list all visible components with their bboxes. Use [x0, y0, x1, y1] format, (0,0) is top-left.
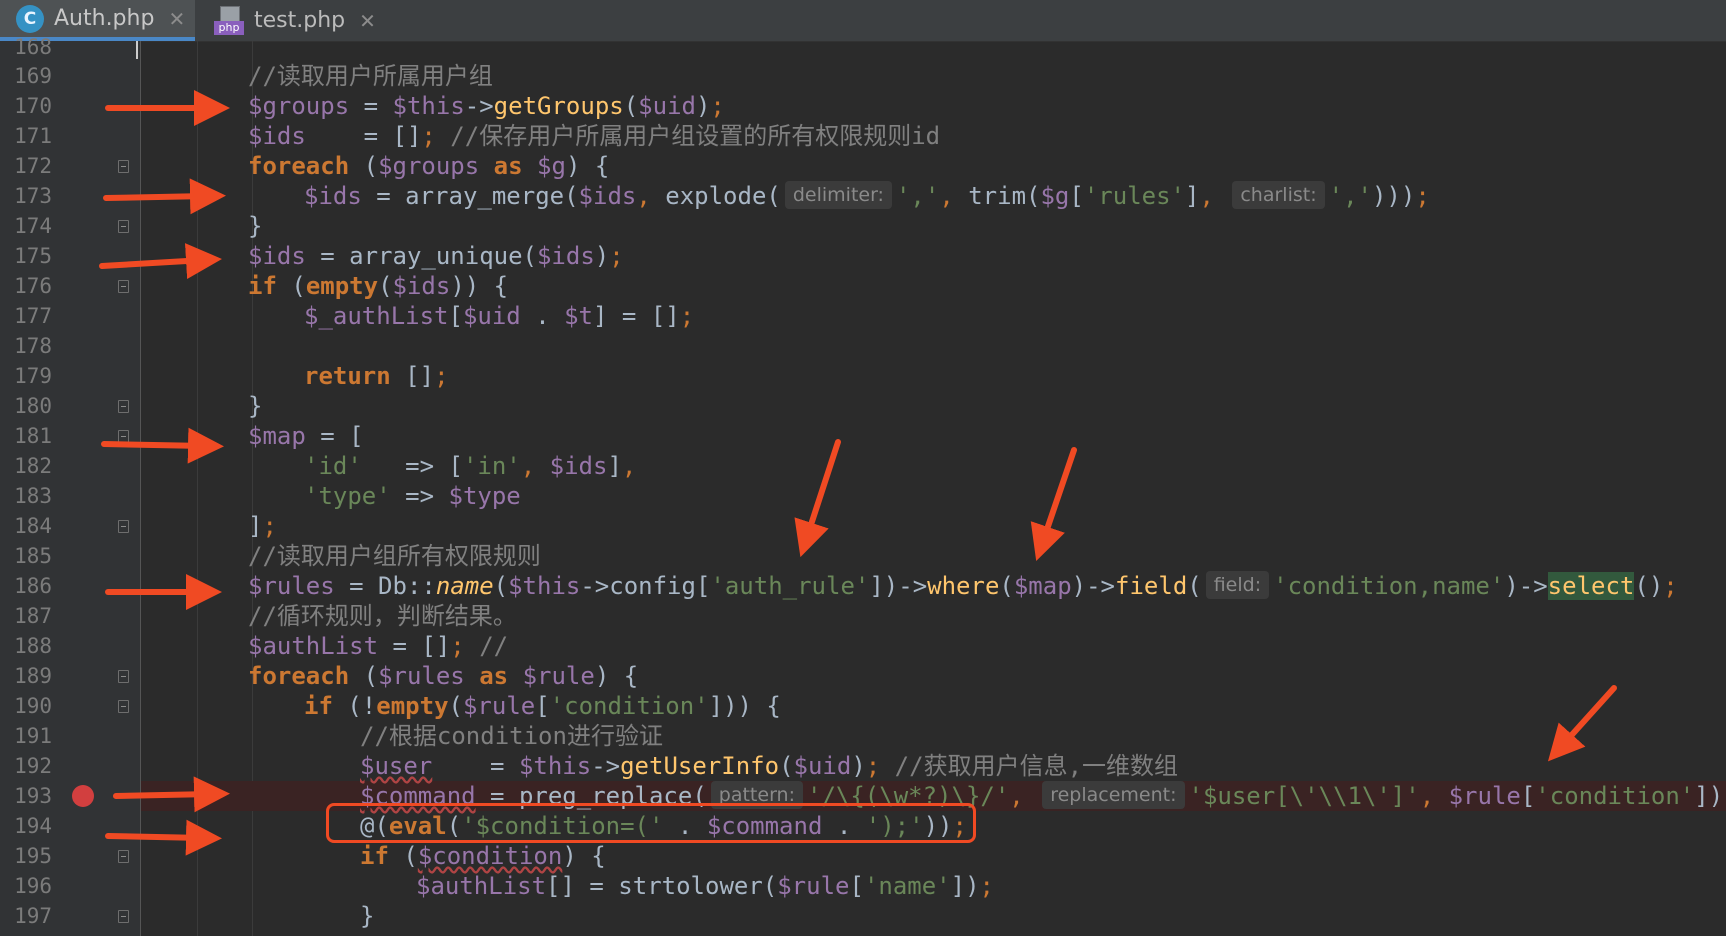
arrow-icon	[1547, 685, 1617, 762]
arrow-icon	[1030, 447, 1077, 562]
arrow-icon	[101, 427, 224, 464]
arrow-icon	[105, 819, 222, 856]
arrow-icon	[103, 178, 226, 215]
arrow-icon	[113, 776, 230, 813]
arrow-icon	[794, 439, 841, 558]
arrow-icon	[99, 243, 222, 280]
annotation-arrows	[99, 90, 1617, 856]
